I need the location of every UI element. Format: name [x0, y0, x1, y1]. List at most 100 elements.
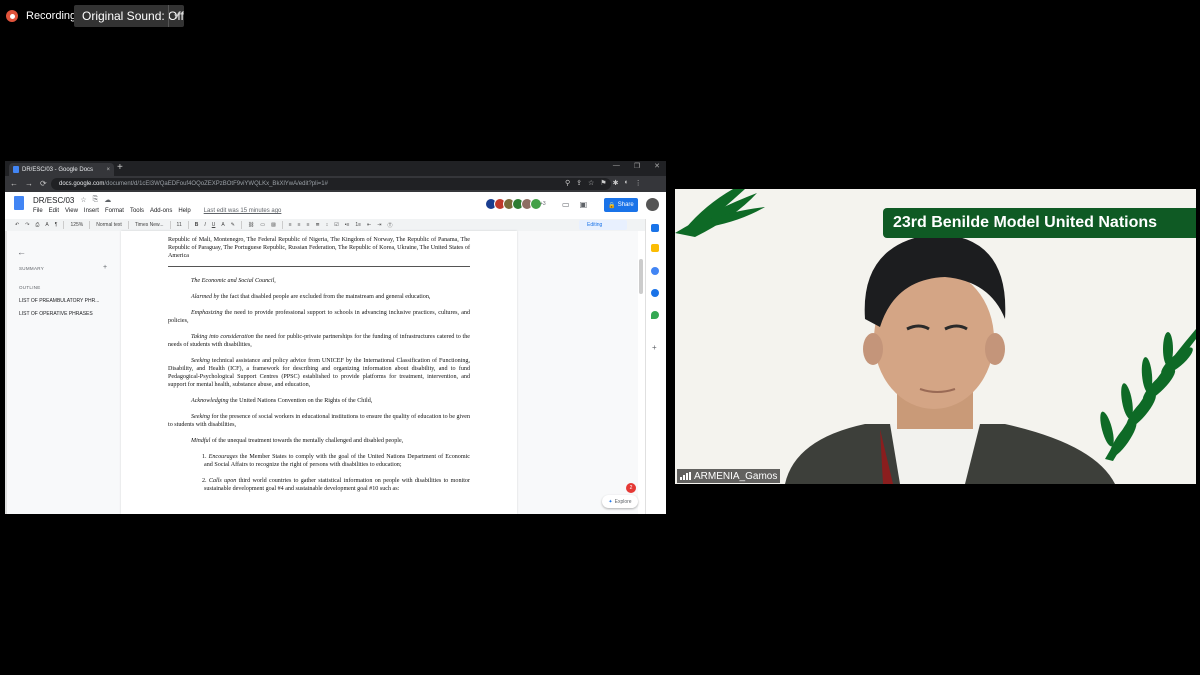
- add-summary-icon[interactable]: +: [103, 264, 107, 271]
- recording-indicator[interactable]: Recording: [6, 5, 76, 27]
- collaborator-avatars[interactable]: [485, 198, 542, 210]
- align-left-icon[interactable]: ≡: [289, 222, 292, 228]
- underline-button[interactable]: U: [212, 222, 216, 228]
- profile-icon[interactable]: ◐: [624, 179, 628, 187]
- document-text[interactable]: Republic of Mali, Montenegro, The Federa…: [168, 236, 470, 501]
- search-icon[interactable]: ⚲: [565, 179, 570, 187]
- extension-icon[interactable]: ⚑: [600, 179, 606, 187]
- share-page-icon[interactable]: ⇪: [576, 179, 582, 187]
- clear-formatting-icon[interactable]: Ⓣ: [387, 222, 392, 229]
- decrease-indent-icon[interactable]: ⇤: [367, 222, 371, 228]
- align-right-icon[interactable]: ≡: [307, 222, 310, 228]
- laurel-decoration-icon: [1100, 329, 1196, 461]
- cloud-status-icon[interactable]: ☁: [104, 196, 111, 205]
- docs-toolbar: ↶ ↷ ⎙ A ¶ 125% Normal text Times New... …: [5, 219, 666, 231]
- undo-icon[interactable]: ↶: [15, 222, 19, 228]
- menu-format[interactable]: Format: [105, 208, 124, 214]
- last-edit-link[interactable]: Last edit was 15 minutes ago: [204, 208, 282, 214]
- italic-button[interactable]: I: [204, 222, 205, 228]
- checklist-icon[interactable]: ☑: [334, 222, 338, 228]
- spellcheck-icon[interactable]: A: [45, 222, 48, 228]
- menu-edit[interactable]: Edit: [49, 208, 59, 214]
- contacts-icon[interactable]: [651, 289, 659, 297]
- preamble-clause: Taking into consideration the need for p…: [168, 334, 470, 348]
- google-docs-logo-icon[interactable]: [14, 196, 24, 210]
- style-select[interactable]: Normal text: [96, 222, 122, 228]
- print-icon[interactable]: ⎙: [35, 222, 39, 228]
- bullet-list-icon[interactable]: •≡: [345, 222, 350, 228]
- align-justify-icon[interactable]: ≣: [316, 222, 320, 228]
- calendar-icon[interactable]: [651, 224, 659, 232]
- maps-icon[interactable]: [651, 311, 659, 319]
- menu-file[interactable]: File: [33, 208, 43, 214]
- outline-item-operative[interactable]: LIST OF OPERATIVE PHRASES: [19, 311, 93, 317]
- account-avatar[interactable]: [646, 198, 659, 211]
- zoom-select[interactable]: 125%: [70, 222, 83, 228]
- document-title[interactable]: DR/ESC/03: [33, 196, 74, 205]
- reload-icon[interactable]: ⟳: [40, 179, 47, 188]
- line-spacing-icon[interactable]: ↕: [326, 222, 329, 228]
- image-icon[interactable]: ▨: [271, 222, 276, 228]
- comment-history-icon[interactable]: ▭: [562, 200, 570, 209]
- document-page[interactable]: Republic of Mali, Montenegro, The Federa…: [121, 231, 517, 514]
- get-addons-icon[interactable]: +: [652, 343, 657, 352]
- lock-icon: 🔒: [608, 202, 616, 209]
- close-window-icon[interactable]: ✕: [654, 162, 660, 170]
- puzzle-icon[interactable]: ✱: [613, 179, 619, 187]
- outline-summary-label: SUMMARY: [19, 266, 45, 271]
- maximize-icon[interactable]: ❐: [634, 162, 640, 170]
- chevron-down-icon[interactable]: ▾: [168, 5, 184, 27]
- recording-label: Recording: [26, 10, 77, 22]
- star-icon[interactable]: ☆: [80, 196, 86, 205]
- increase-indent-icon[interactable]: ⇥: [377, 222, 381, 228]
- redo-icon[interactable]: ↷: [25, 222, 29, 228]
- text-color-icon[interactable]: A: [221, 222, 224, 228]
- move-icon[interactable]: ⎘: [93, 196, 99, 205]
- explore-button[interactable]: ✦ Explore: [602, 495, 638, 508]
- menu-help[interactable]: Help: [178, 208, 190, 214]
- close-tab-icon[interactable]: ×: [106, 167, 110, 173]
- toolbar-divider: [169, 221, 171, 229]
- outline-heading: OUTLINE: [19, 285, 41, 290]
- docs-header-icons: ▭ ▣: [562, 200, 587, 209]
- more-collaborators-count[interactable]: +3: [540, 201, 546, 207]
- participant-name-tag: ARMENIA_Gamos: [677, 469, 781, 483]
- font-size-select[interactable]: 11: [177, 222, 182, 228]
- keep-icon[interactable]: [651, 244, 659, 252]
- browser-menu-icon[interactable]: ⋮: [635, 179, 642, 187]
- forward-icon[interactable]: →: [25, 179, 33, 188]
- original-sound-button[interactable]: Original Sound: Off ▾: [74, 5, 184, 27]
- highlight-icon[interactable]: ✎: [231, 222, 235, 228]
- document-scrollbar[interactable]: [639, 259, 643, 294]
- participant-video-tile[interactable]: 23rd Benilde Model United Nations ARMENI…: [675, 189, 1196, 484]
- meet-icon[interactable]: ▣: [580, 200, 588, 209]
- comment-icon[interactable]: ▭: [260, 222, 265, 228]
- back-icon[interactable]: ←: [10, 179, 18, 188]
- align-center-icon[interactable]: ≡: [298, 222, 301, 228]
- paint-format-icon[interactable]: ¶: [55, 222, 58, 228]
- outline-item-preambulatory[interactable]: LIST OF PREAMBULATORY PHR...: [19, 298, 99, 304]
- bold-button[interactable]: B: [195, 222, 199, 228]
- preamble-clause: Alarmed by the fact that disabled people…: [191, 294, 431, 300]
- preamble-clause: Seeking technical assistance and policy …: [168, 358, 470, 388]
- menu-addons[interactable]: Add-ons: [150, 208, 172, 214]
- share-button[interactable]: 🔒 Share: [604, 198, 638, 212]
- close-outline-icon[interactable]: ←: [17, 247, 26, 257]
- new-tab-button[interactable]: +: [117, 162, 123, 173]
- google-docs-icon: [13, 166, 19, 173]
- menu-tools[interactable]: Tools: [130, 208, 144, 214]
- address-bar[interactable]: docs.google.com /document/d/1cEl3WQaEDFo…: [51, 178, 611, 190]
- editing-mode-select[interactable]: Editing: [579, 220, 627, 230]
- link-icon[interactable]: ⛓: [248, 222, 254, 228]
- numbered-list-icon[interactable]: 1≡: [355, 222, 361, 228]
- font-select[interactable]: Times New...: [135, 222, 164, 228]
- menu-insert[interactable]: Insert: [84, 208, 99, 214]
- explore-icon: ✦: [608, 498, 613, 505]
- minimize-icon[interactable]: —: [613, 162, 620, 170]
- bookmark-star-icon[interactable]: ☆: [588, 179, 594, 187]
- tasks-icon[interactable]: [651, 267, 659, 275]
- toolbar-divider: [127, 221, 129, 229]
- horizontal-rule: [168, 266, 470, 267]
- menu-view[interactable]: View: [65, 208, 78, 214]
- browser-tab[interactable]: DR/ESC/03 - Google Docs ×: [9, 163, 114, 176]
